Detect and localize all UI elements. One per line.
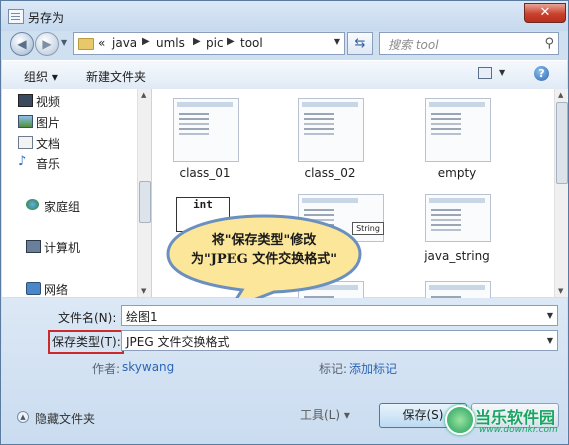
folder-icon [78, 38, 94, 50]
filename-field[interactable]: 绘图1 ▼ [121, 305, 558, 326]
breadcrumb-pic[interactable]: pic [206, 36, 224, 50]
new-folder-button[interactable]: 新建文件夹 [86, 68, 146, 85]
sidebar-item-homegroup[interactable]: 家庭组 [26, 198, 81, 215]
file-list-scrollbar[interactable]: ▲ ▼ [554, 89, 568, 297]
sidebar-item-label: 音乐 [36, 157, 61, 171]
picture-icon [18, 115, 33, 128]
filetype-dropdown-icon[interactable]: ▼ [547, 336, 553, 345]
filename-label: 文件名(N): [58, 311, 117, 325]
breadcrumb-overflow[interactable]: « [98, 36, 105, 50]
file-thumbnail[interactable] [425, 281, 491, 298]
save-as-dialog: 另存为 ✕ ◀ ▶ ▼ « java ▶ umls ▶ pic ▶ tool ▼… [0, 0, 569, 445]
filetype-value[interactable]: JPEG 文件交换格式 [126, 333, 229, 350]
scroll-up-icon[interactable]: ▲ [558, 91, 563, 99]
history-dropdown-icon[interactable]: ▼ [61, 38, 67, 47]
filetype-select[interactable]: JPEG 文件交换格式 ▼ [121, 330, 558, 351]
hide-folders-link[interactable]: 隐藏文件夹 [35, 410, 95, 427]
breadcrumb-java[interactable]: java [112, 36, 137, 50]
navigation-pane: 视频 图片 文档 ♪ 音乐 家庭组 计算机 网络 [2, 89, 152, 297]
breadcrumb-separator-icon[interactable]: ▶ [142, 36, 150, 47]
tags-label: 标记: [319, 362, 348, 376]
scroll-up-icon[interactable]: ▲ [141, 91, 146, 99]
forward-button[interactable]: ▶ [35, 32, 59, 56]
watermark-logo-icon [445, 405, 475, 435]
sidebar-item-computer[interactable]: 计算机 [26, 239, 81, 256]
navigation-scrollbar[interactable]: ▲ ▼ [137, 89, 151, 297]
sidebar-item-label: 图片 [36, 116, 61, 130]
file-name[interactable]: class_01 [160, 166, 250, 180]
watermark-url: www.downkr.com [479, 425, 558, 435]
computer-icon [26, 240, 41, 253]
breadcrumb-separator-icon[interactable]: ▶ [227, 36, 235, 47]
refresh-button[interactable]: ⇆ [347, 32, 373, 55]
document-icon [18, 136, 33, 149]
view-options-icon[interactable] [478, 67, 492, 79]
back-button[interactable]: ◀ [10, 32, 34, 56]
sidebar-item-network[interactable]: 网络 [26, 281, 69, 297]
scroll-down-icon[interactable]: ▼ [558, 287, 563, 295]
sidebar-item-label: 家庭组 [44, 200, 81, 214]
command-bar: 组织 ▾ 新建文件夹 ▼ ? [2, 60, 567, 90]
title-bar: 另存为 ✕ [1, 1, 568, 31]
author-value[interactable]: skywang [122, 360, 174, 374]
sidebar-item-videos[interactable]: 视频 [18, 93, 61, 110]
filename-value[interactable]: 绘图1 [126, 308, 158, 325]
annotation-text: 将"保存类型"修改为"JPEG 文件交换格式" [190, 233, 337, 267]
address-bar[interactable]: « java ▶ umls ▶ pic ▶ tool ▼ [73, 32, 345, 55]
search-box[interactable]: 搜索 tool ⚲ [379, 32, 559, 55]
collapse-icon[interactable]: ▲ [17, 411, 29, 423]
file-name[interactable]: java_string [412, 249, 502, 263]
sidebar-item-pictures[interactable]: 图片 [18, 114, 61, 131]
sidebar-item-label: 文档 [36, 137, 61, 151]
view-dropdown-icon[interactable]: ▼ [499, 68, 505, 77]
video-icon [18, 94, 33, 107]
network-icon [26, 282, 41, 295]
search-placeholder: 搜索 tool [388, 38, 439, 52]
scroll-down-icon[interactable]: ▼ [141, 287, 146, 295]
dialog-title: 另存为 [28, 11, 65, 25]
close-button[interactable]: ✕ [524, 3, 566, 23]
organize-menu[interactable]: 组织 ▾ [24, 68, 58, 85]
address-dropdown-icon[interactable]: ▼ [334, 37, 340, 46]
sidebar-item-music[interactable]: ♪ 音乐 [18, 155, 61, 172]
sidebar-item-label: 计算机 [44, 241, 81, 255]
breadcrumb-separator-icon[interactable]: ▶ [193, 36, 201, 47]
filename-dropdown-icon[interactable]: ▼ [547, 311, 553, 320]
file-thumbnail[interactable] [298, 98, 364, 162]
file-thumbnail[interactable] [173, 98, 239, 162]
help-icon[interactable]: ? [534, 66, 549, 81]
sidebar-item-label: 视频 [36, 95, 61, 109]
sidebar-item-label: 网络 [44, 283, 69, 297]
scrollbar-thumb[interactable] [139, 181, 151, 223]
breadcrumb-umls[interactable]: umls [156, 36, 185, 50]
file-thumbnail[interactable] [425, 98, 491, 162]
tools-menu-button[interactable]: 工具(L) ▾ [300, 405, 360, 425]
file-name[interactable]: class_02 [285, 166, 375, 180]
search-icon[interactable]: ⚲ [544, 36, 554, 51]
filetype-label: 保存类型(T): [52, 335, 121, 349]
file-thumbnail[interactable] [425, 194, 491, 242]
breadcrumb-tool[interactable]: tool [240, 36, 263, 50]
file-name[interactable]: empty [412, 166, 502, 180]
tags-value[interactable]: 添加标记 [349, 360, 397, 377]
dialog-icon [8, 9, 24, 24]
author-label: 作者: [92, 362, 121, 376]
scrollbar-thumb[interactable] [556, 102, 568, 184]
homegroup-icon [26, 199, 39, 210]
sidebar-item-documents[interactable]: 文档 [18, 135, 61, 152]
music-icon: ♪ [18, 154, 27, 169]
